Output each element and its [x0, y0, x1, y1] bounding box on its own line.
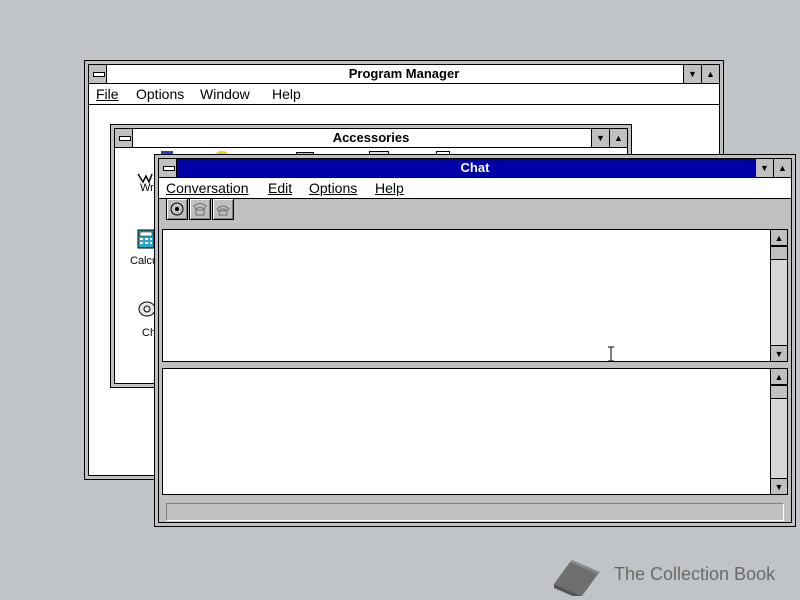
scroll-up-button[interactable]: ▲ — [771, 230, 787, 246]
chat-system-menu-button[interactable] — [159, 159, 177, 177]
dial-icon — [170, 202, 184, 216]
scroll-thumb[interactable] — [771, 385, 787, 399]
chat-titlebar[interactable]: Chat ▼ ▲ — [159, 159, 791, 178]
remote-pane-scrollbar[interactable]: ▲ ▼ — [770, 230, 787, 361]
hang-up-button[interactable] — [212, 198, 234, 220]
book-icon — [554, 560, 600, 596]
accessories-titlebar[interactable]: Accessories ▼ ▲ — [115, 129, 627, 148]
watermark-text: The Collection Book — [614, 564, 776, 584]
dial-button[interactable] — [166, 198, 188, 220]
menu-window[interactable]: Window — [200, 84, 250, 104]
program-manager-menubar: File Options Window Help — [89, 84, 719, 105]
status-bar — [166, 503, 784, 521]
local-pane-scrollbar[interactable]: ▲ ▼ — [770, 369, 787, 494]
accessories-title: Accessories — [332, 130, 410, 145]
calculator-icon[interactable] — [137, 229, 155, 249]
local-message-pane[interactable]: ▲ ▼ — [162, 368, 788, 495]
menu-options[interactable]: Options — [136, 84, 184, 104]
chat-menubar: Conversation Edit Options Help — [159, 178, 791, 199]
maximize-button[interactable]: ▲ — [701, 65, 719, 83]
scroll-down-button[interactable]: ▼ — [771, 478, 787, 494]
chat-title: Chat — [460, 160, 490, 175]
chat-minimize-button[interactable]: ▼ — [755, 159, 773, 177]
chat-menu-conversation[interactable]: Conversation — [166, 178, 249, 198]
accessories-maximize-button[interactable]: ▲ — [609, 129, 627, 147]
accessories-system-menu-button[interactable] — [115, 129, 133, 147]
minimize-button[interactable]: ▼ — [683, 65, 701, 83]
chat-menu-edit[interactable]: Edit — [268, 178, 292, 198]
menu-file[interactable]: File — [96, 84, 119, 104]
answer-icon — [193, 203, 207, 216]
chat-maximize-button[interactable]: ▲ — [773, 159, 791, 177]
text-cursor-icon — [606, 346, 616, 362]
scroll-down-button[interactable]: ▼ — [771, 345, 787, 361]
accessories-minimize-button[interactable]: ▼ — [591, 129, 609, 147]
chat-menu-help[interactable]: Help — [375, 178, 404, 198]
hang-up-icon — [216, 205, 230, 216]
scroll-up-button[interactable]: ▲ — [771, 369, 787, 385]
system-menu-button[interactable] — [89, 65, 107, 83]
watermark: The Collection Book — [548, 552, 788, 596]
chat-menu-options[interactable]: Options — [309, 178, 357, 198]
scroll-thumb[interactable] — [771, 246, 787, 260]
answer-button[interactable] — [189, 198, 211, 220]
menu-help[interactable]: Help — [272, 84, 301, 104]
remote-message-pane[interactable]: ▲ ▼ — [162, 229, 788, 362]
program-manager-title: Program Manager — [348, 66, 460, 81]
program-manager-titlebar[interactable]: Program Manager ▼ ▲ — [89, 65, 719, 84]
